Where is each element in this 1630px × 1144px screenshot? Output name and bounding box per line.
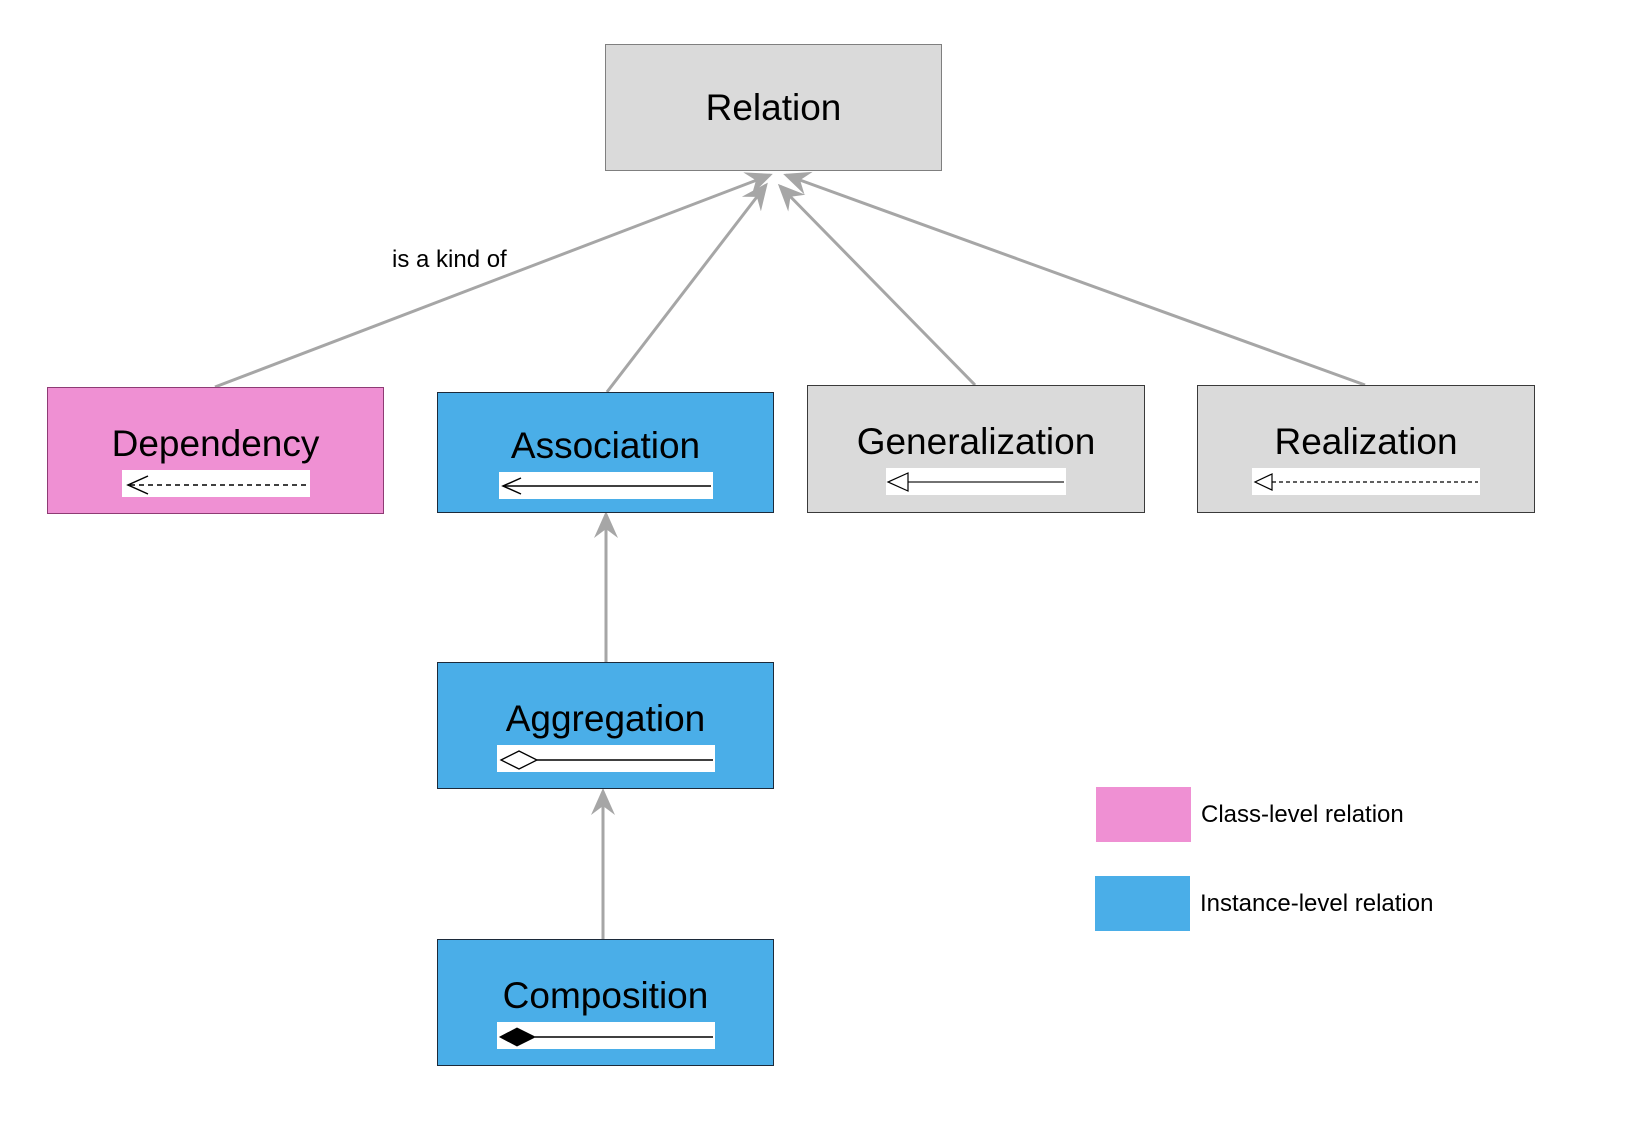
- association-arrow-icon: [498, 471, 713, 499]
- realization-arrow-icon: [1252, 468, 1480, 495]
- node-label: Composition: [502, 974, 709, 1016]
- edge-association-relation: [605, 182, 768, 393]
- node-label: Aggregation: [505, 697, 706, 739]
- legend-swatch-class-level: [1096, 787, 1191, 842]
- node-label: Realization: [1274, 421, 1458, 462]
- legend-label-instance-level: Instance-level relation: [1200, 890, 1434, 917]
- edge-generalization-relation: [777, 183, 977, 387]
- node-label: Relation: [705, 87, 842, 128]
- diagram-canvas: is a kind of Relation Dependency Associa…: [0, 0, 1630, 1144]
- node-dependency[interactable]: Dependency: [47, 387, 384, 514]
- node-label: Association: [510, 424, 701, 466]
- node-generalization[interactable]: Generalization: [807, 385, 1145, 513]
- legend-swatch-instance-level: [1095, 876, 1190, 931]
- node-association[interactable]: Association: [437, 392, 774, 513]
- node-composition[interactable]: Composition: [437, 939, 774, 1066]
- filled-diamond-icon: [496, 1021, 715, 1049]
- dependency-arrow-icon: [121, 469, 310, 497]
- node-label: Generalization: [856, 421, 1096, 462]
- legend-label-class-level: Class-level relation: [1201, 801, 1404, 828]
- node-realization[interactable]: Realization: [1197, 385, 1535, 513]
- node-aggregation[interactable]: Aggregation: [437, 662, 774, 789]
- edge-dependency-relation: [214, 172, 773, 389]
- node-label: Dependency: [111, 422, 320, 464]
- hollow-diamond-icon: [496, 744, 715, 772]
- edge-label-is-a-kind-of: is a kind of: [392, 246, 507, 273]
- node-relation[interactable]: Relation: [605, 44, 942, 171]
- edges-layer: [214, 171, 1366, 939]
- generalization-arrow-icon: [886, 468, 1066, 495]
